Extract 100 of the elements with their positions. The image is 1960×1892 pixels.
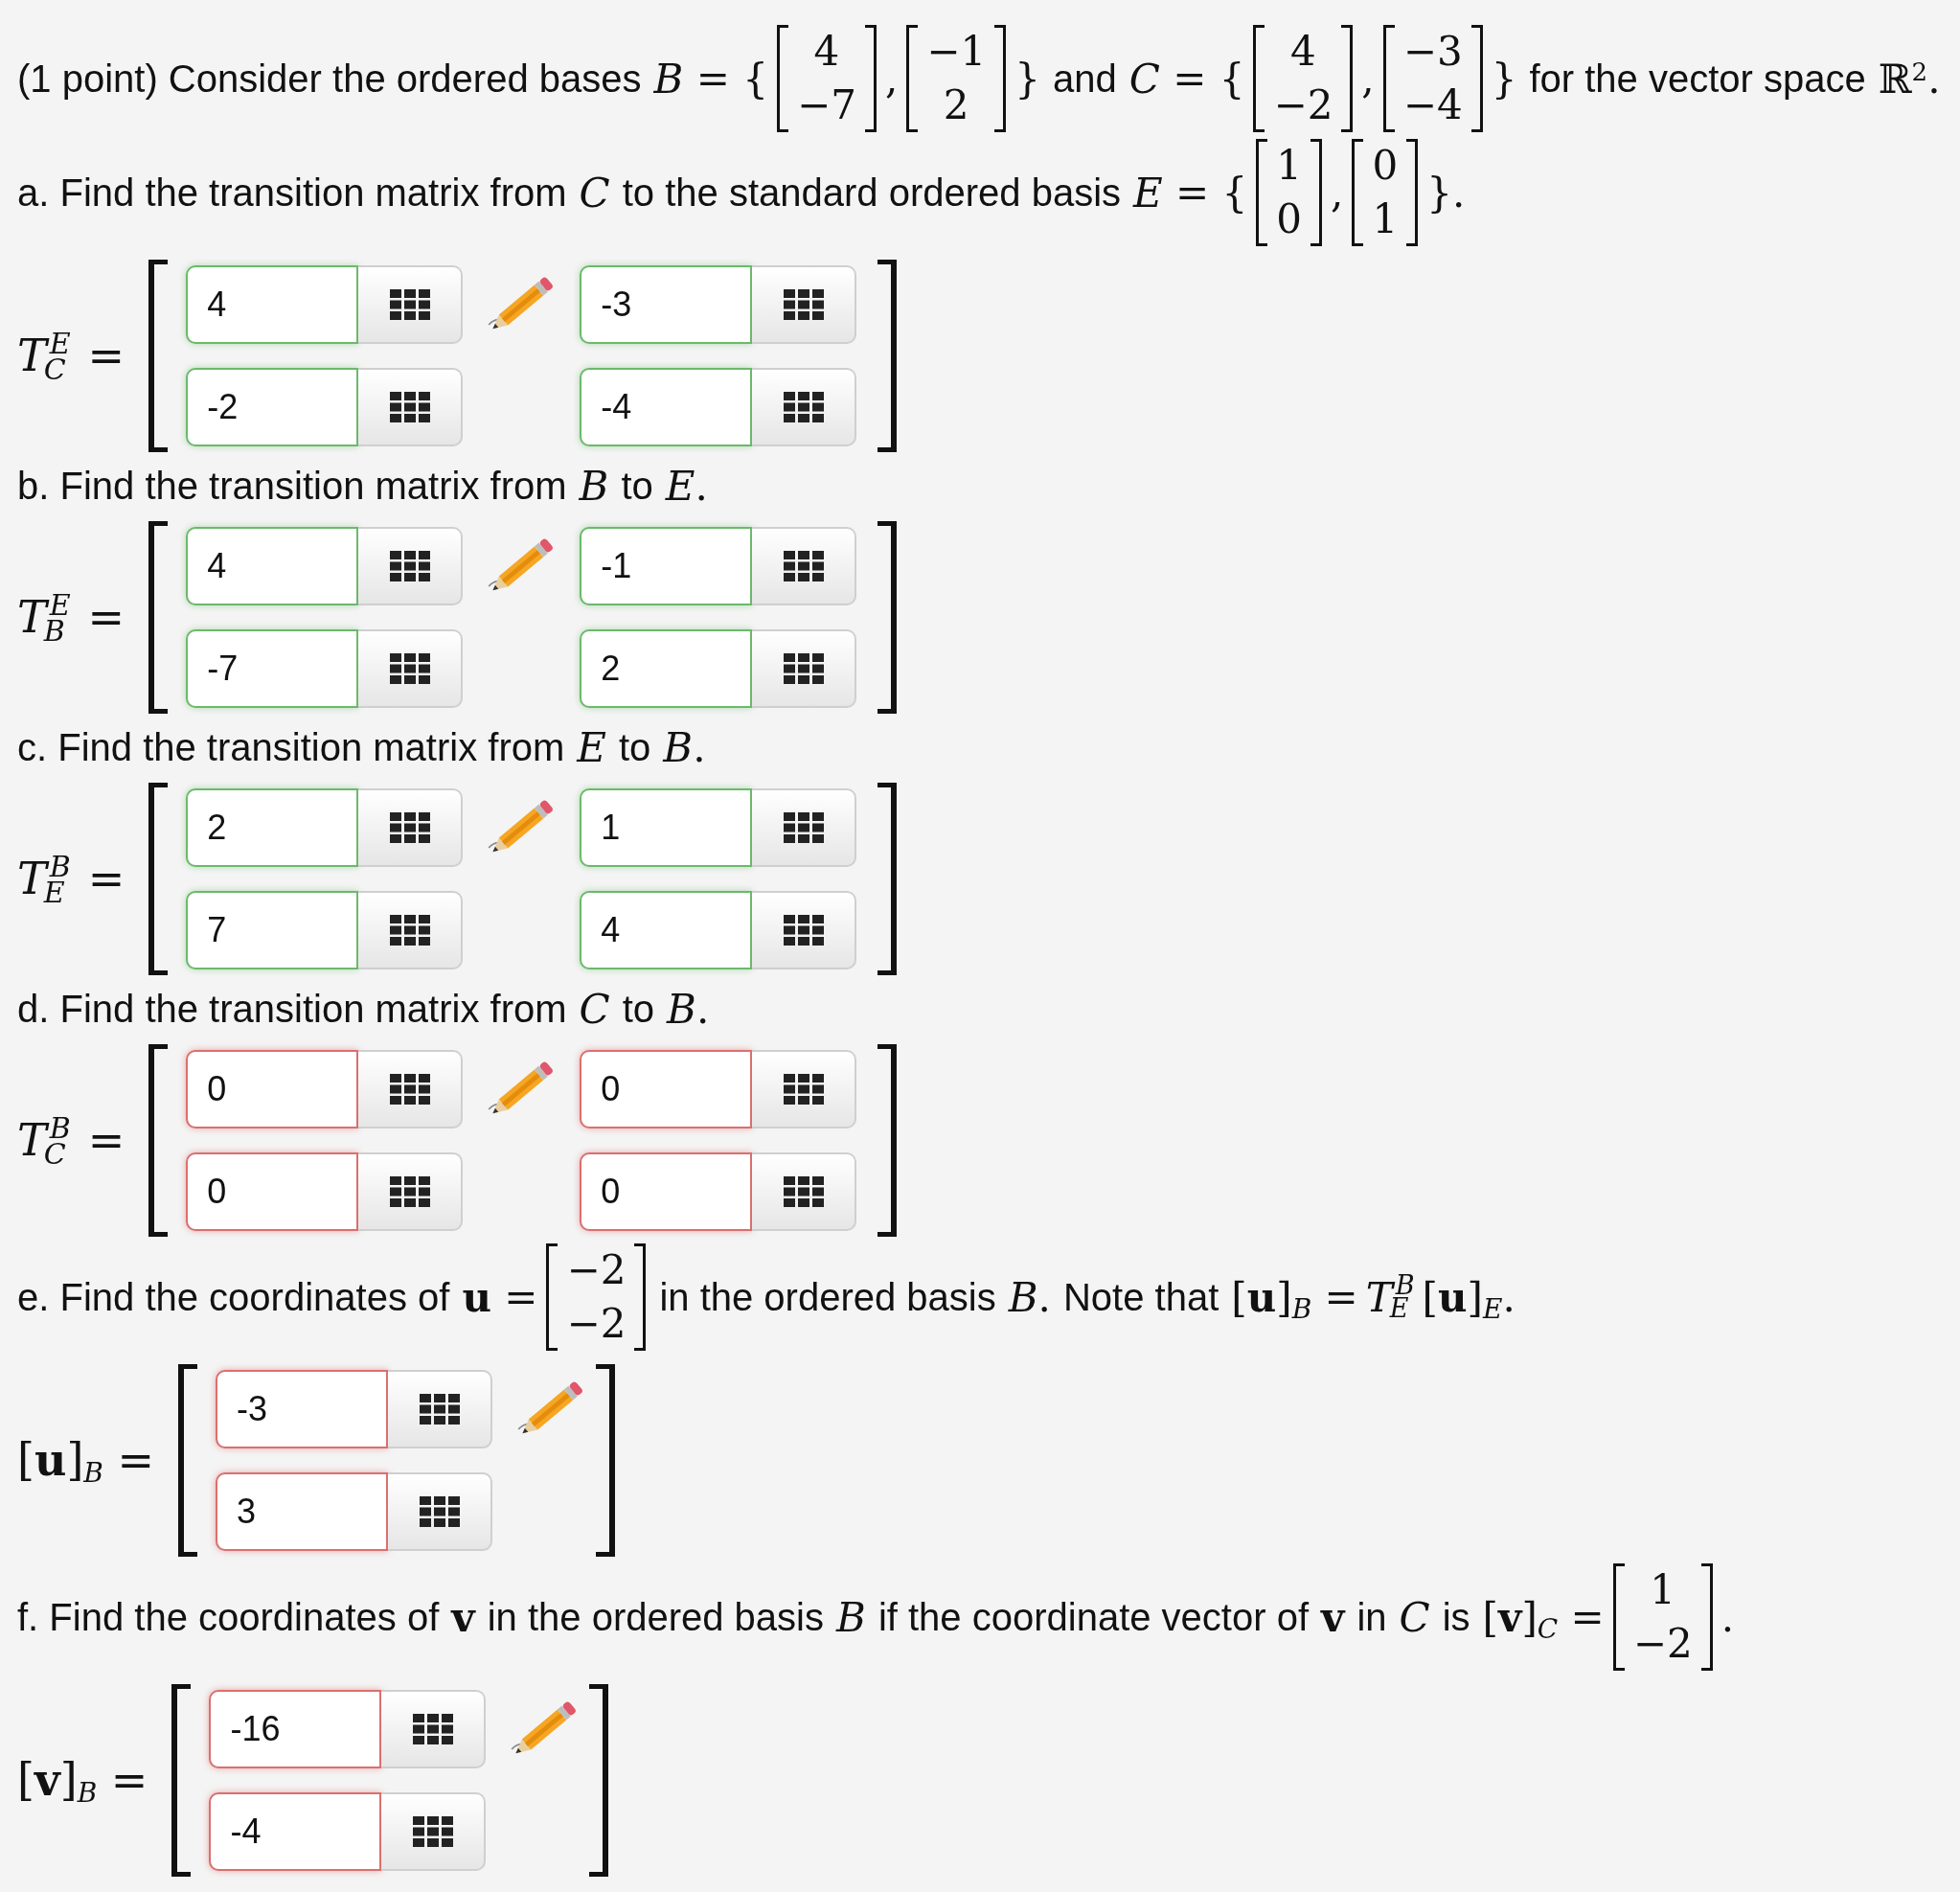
vector-entry: −2	[566, 1245, 627, 1295]
grid-button[interactable]	[388, 1370, 493, 1448]
answer-field[interactable]: 0	[580, 1050, 753, 1128]
answer-field[interactable]: -7	[186, 629, 359, 708]
answer-field[interactable]: -16	[209, 1690, 382, 1768]
question-text: in the ordered basis	[659, 1275, 996, 1319]
grid-button[interactable]	[388, 1472, 493, 1551]
math-expression: [v]$_{B}$ =	[17, 1759, 148, 1802]
answer-field[interactable]: 3	[216, 1472, 389, 1551]
math-expression: ,	[1331, 171, 1344, 215]
grid-button[interactable]	[752, 368, 857, 446]
grid-button[interactable]	[381, 1690, 487, 1768]
question-text: is	[1442, 1595, 1470, 1639]
grid-icon	[389, 653, 430, 684]
answer-field[interactable]: 7	[186, 891, 359, 969]
question-text: a. Find the transition matrix from	[17, 171, 567, 215]
grid-icon	[389, 915, 430, 946]
grid-icon	[389, 551, 430, 581]
math-expression: E.	[665, 465, 708, 508]
grid-button[interactable]	[752, 788, 857, 867]
question-text: in	[1356, 1595, 1387, 1639]
math-expression: E = {	[1133, 171, 1248, 215]
vector-entry: −2	[1632, 1619, 1693, 1669]
answer-field[interactable]: -2	[186, 368, 359, 446]
grid-icon	[783, 915, 824, 946]
grid-button[interactable]	[358, 1152, 464, 1231]
grid-button[interactable]	[752, 527, 857, 605]
grid-button[interactable]	[358, 788, 464, 867]
answer-field[interactable]: 0	[186, 1050, 359, 1128]
math-expression: [u]$_{B}$ =	[17, 1439, 155, 1482]
grid-button[interactable]	[752, 891, 857, 969]
math-expression: [v]$_{C}$ =	[1482, 1595, 1605, 1639]
math-expression: }	[1491, 57, 1517, 101]
question-text: b. Find the transition matrix from	[17, 465, 567, 508]
math-expression: B = {	[653, 57, 768, 101]
vector-entry: −4	[1402, 80, 1463, 130]
vector-entry: −3	[1402, 27, 1463, 77]
grid-icon	[412, 1816, 453, 1847]
question-text: in the ordered basis	[487, 1595, 824, 1639]
grid-icon	[783, 812, 824, 843]
grid-icon	[783, 653, 824, 684]
grid-button[interactable]	[752, 265, 857, 344]
answer-field[interactable]: 0	[186, 1152, 359, 1231]
math-expression: B.	[1008, 1275, 1051, 1319]
vector-entry: −2	[566, 1299, 627, 1349]
vector-entry: 0	[1276, 194, 1303, 244]
answer-field[interactable]: -4	[209, 1792, 382, 1871]
grid-icon	[783, 289, 824, 320]
math-expression: .	[1721, 1595, 1735, 1639]
answer-field[interactable]: 4	[186, 527, 359, 605]
vector-entry: 0	[1372, 141, 1399, 191]
answer-field[interactable]: 2	[186, 788, 359, 867]
grid-icon	[389, 289, 430, 320]
vector-entry: 1	[1372, 194, 1399, 244]
grid-button[interactable]	[358, 527, 464, 605]
math-expression: B.	[667, 988, 710, 1031]
grid-icon	[783, 1176, 824, 1207]
question-text: if the coordinate vector of	[877, 1595, 1309, 1639]
grid-button[interactable]	[752, 629, 857, 708]
answer-field[interactable]: 0	[580, 1152, 753, 1231]
answer-field[interactable]: 1	[580, 788, 753, 867]
math-expression: C	[579, 171, 610, 215]
math-expression: v	[451, 1595, 475, 1639]
math-expression: E	[577, 726, 606, 769]
answer-field[interactable]: -3	[216, 1370, 389, 1448]
question-text: to	[621, 465, 653, 508]
vector-entry: −1	[926, 27, 987, 77]
grid-button[interactable]	[752, 1050, 857, 1128]
math-expression: ,	[884, 57, 899, 101]
grid-icon	[389, 1074, 430, 1105]
grid-icon	[412, 1714, 453, 1744]
grid-icon	[419, 1496, 460, 1527]
question-text: e. Find the coordinates of	[17, 1275, 450, 1319]
answer-field[interactable]: 2	[580, 629, 753, 708]
math-expression: B.	[663, 726, 706, 769]
answer-field[interactable]: -4	[580, 368, 753, 446]
question-text: d. Find the transition matrix from	[17, 988, 567, 1031]
question-text: to	[618, 726, 651, 769]
math-expression: C	[579, 988, 610, 1031]
math-expression: }.	[1426, 171, 1466, 215]
grid-button[interactable]	[358, 629, 464, 708]
answer-field[interactable]: 4	[186, 265, 359, 344]
grid-button[interactable]	[358, 368, 464, 446]
vector-entry: 1	[1650, 1565, 1676, 1615]
question-text: for the vector space	[1529, 57, 1866, 101]
vector-entry: 2	[943, 80, 969, 130]
math-expression: u =	[462, 1275, 538, 1319]
grid-button[interactable]	[752, 1152, 857, 1231]
answer-field[interactable]: 4	[580, 891, 753, 969]
grid-button[interactable]	[381, 1792, 487, 1871]
answer-field[interactable]: -1	[580, 527, 753, 605]
answer-field[interactable]: -3	[580, 265, 753, 344]
vector-entry: −2	[1273, 80, 1333, 130]
question-text: (1 point) Consider the ordered bases	[17, 57, 642, 101]
grid-button[interactable]	[358, 891, 464, 969]
question-text: to	[622, 988, 655, 1031]
grid-button[interactable]	[358, 1050, 464, 1128]
grid-icon	[783, 392, 824, 422]
grid-button[interactable]	[358, 265, 464, 344]
grid-icon	[783, 551, 824, 581]
